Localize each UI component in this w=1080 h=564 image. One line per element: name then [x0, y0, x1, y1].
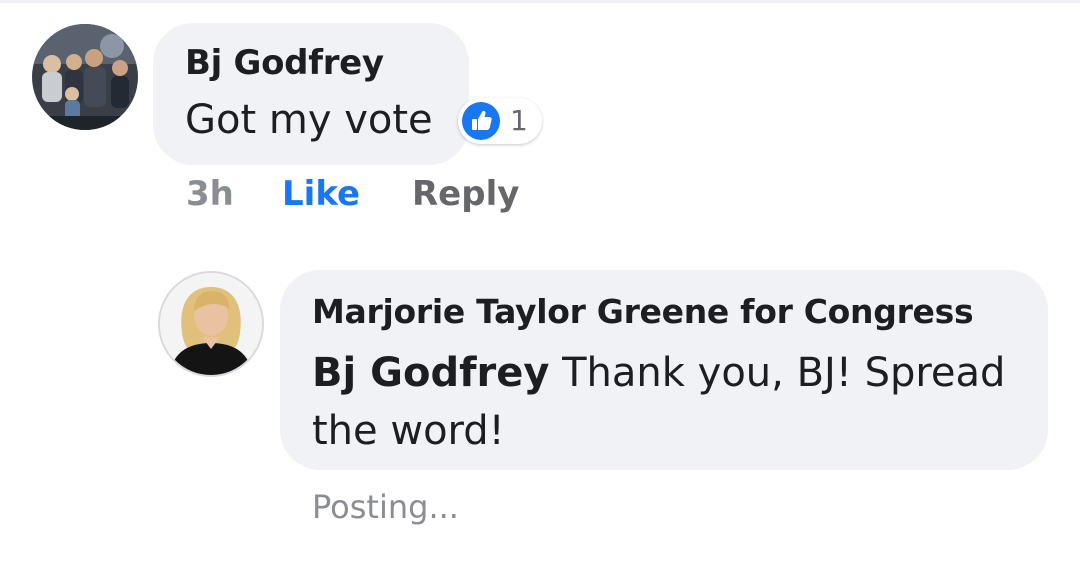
reply-author[interactable]: Marjorie Taylor Greene for Congress: [312, 292, 974, 331]
reply-avatar[interactable]: [158, 271, 264, 377]
comment-timestamp[interactable]: 3h: [186, 174, 234, 214]
reply-bubble: Marjorie Taylor Greene for Congress Bj G…: [280, 270, 1048, 470]
reaction-badge[interactable]: 1: [458, 98, 542, 144]
comment-text: Got my vote: [185, 97, 433, 143]
mention-link[interactable]: Bj Godfrey: [312, 350, 549, 396]
like-button[interactable]: Like: [282, 174, 360, 214]
avatar[interactable]: [32, 24, 138, 130]
comment-author[interactable]: Bj Godfrey: [185, 43, 384, 83]
posting-status: Posting...: [312, 488, 459, 526]
reply-button[interactable]: Reply: [412, 174, 519, 214]
reaction-count: 1: [510, 104, 528, 137]
thumbs-up-icon: [462, 102, 500, 140]
comment-bubble: Bj Godfrey Got my vote: [153, 23, 469, 165]
reply-text-block: Bj Godfrey Thank you, BJ! Spread the wor…: [312, 344, 1012, 460]
top-divider: [0, 0, 1080, 3]
